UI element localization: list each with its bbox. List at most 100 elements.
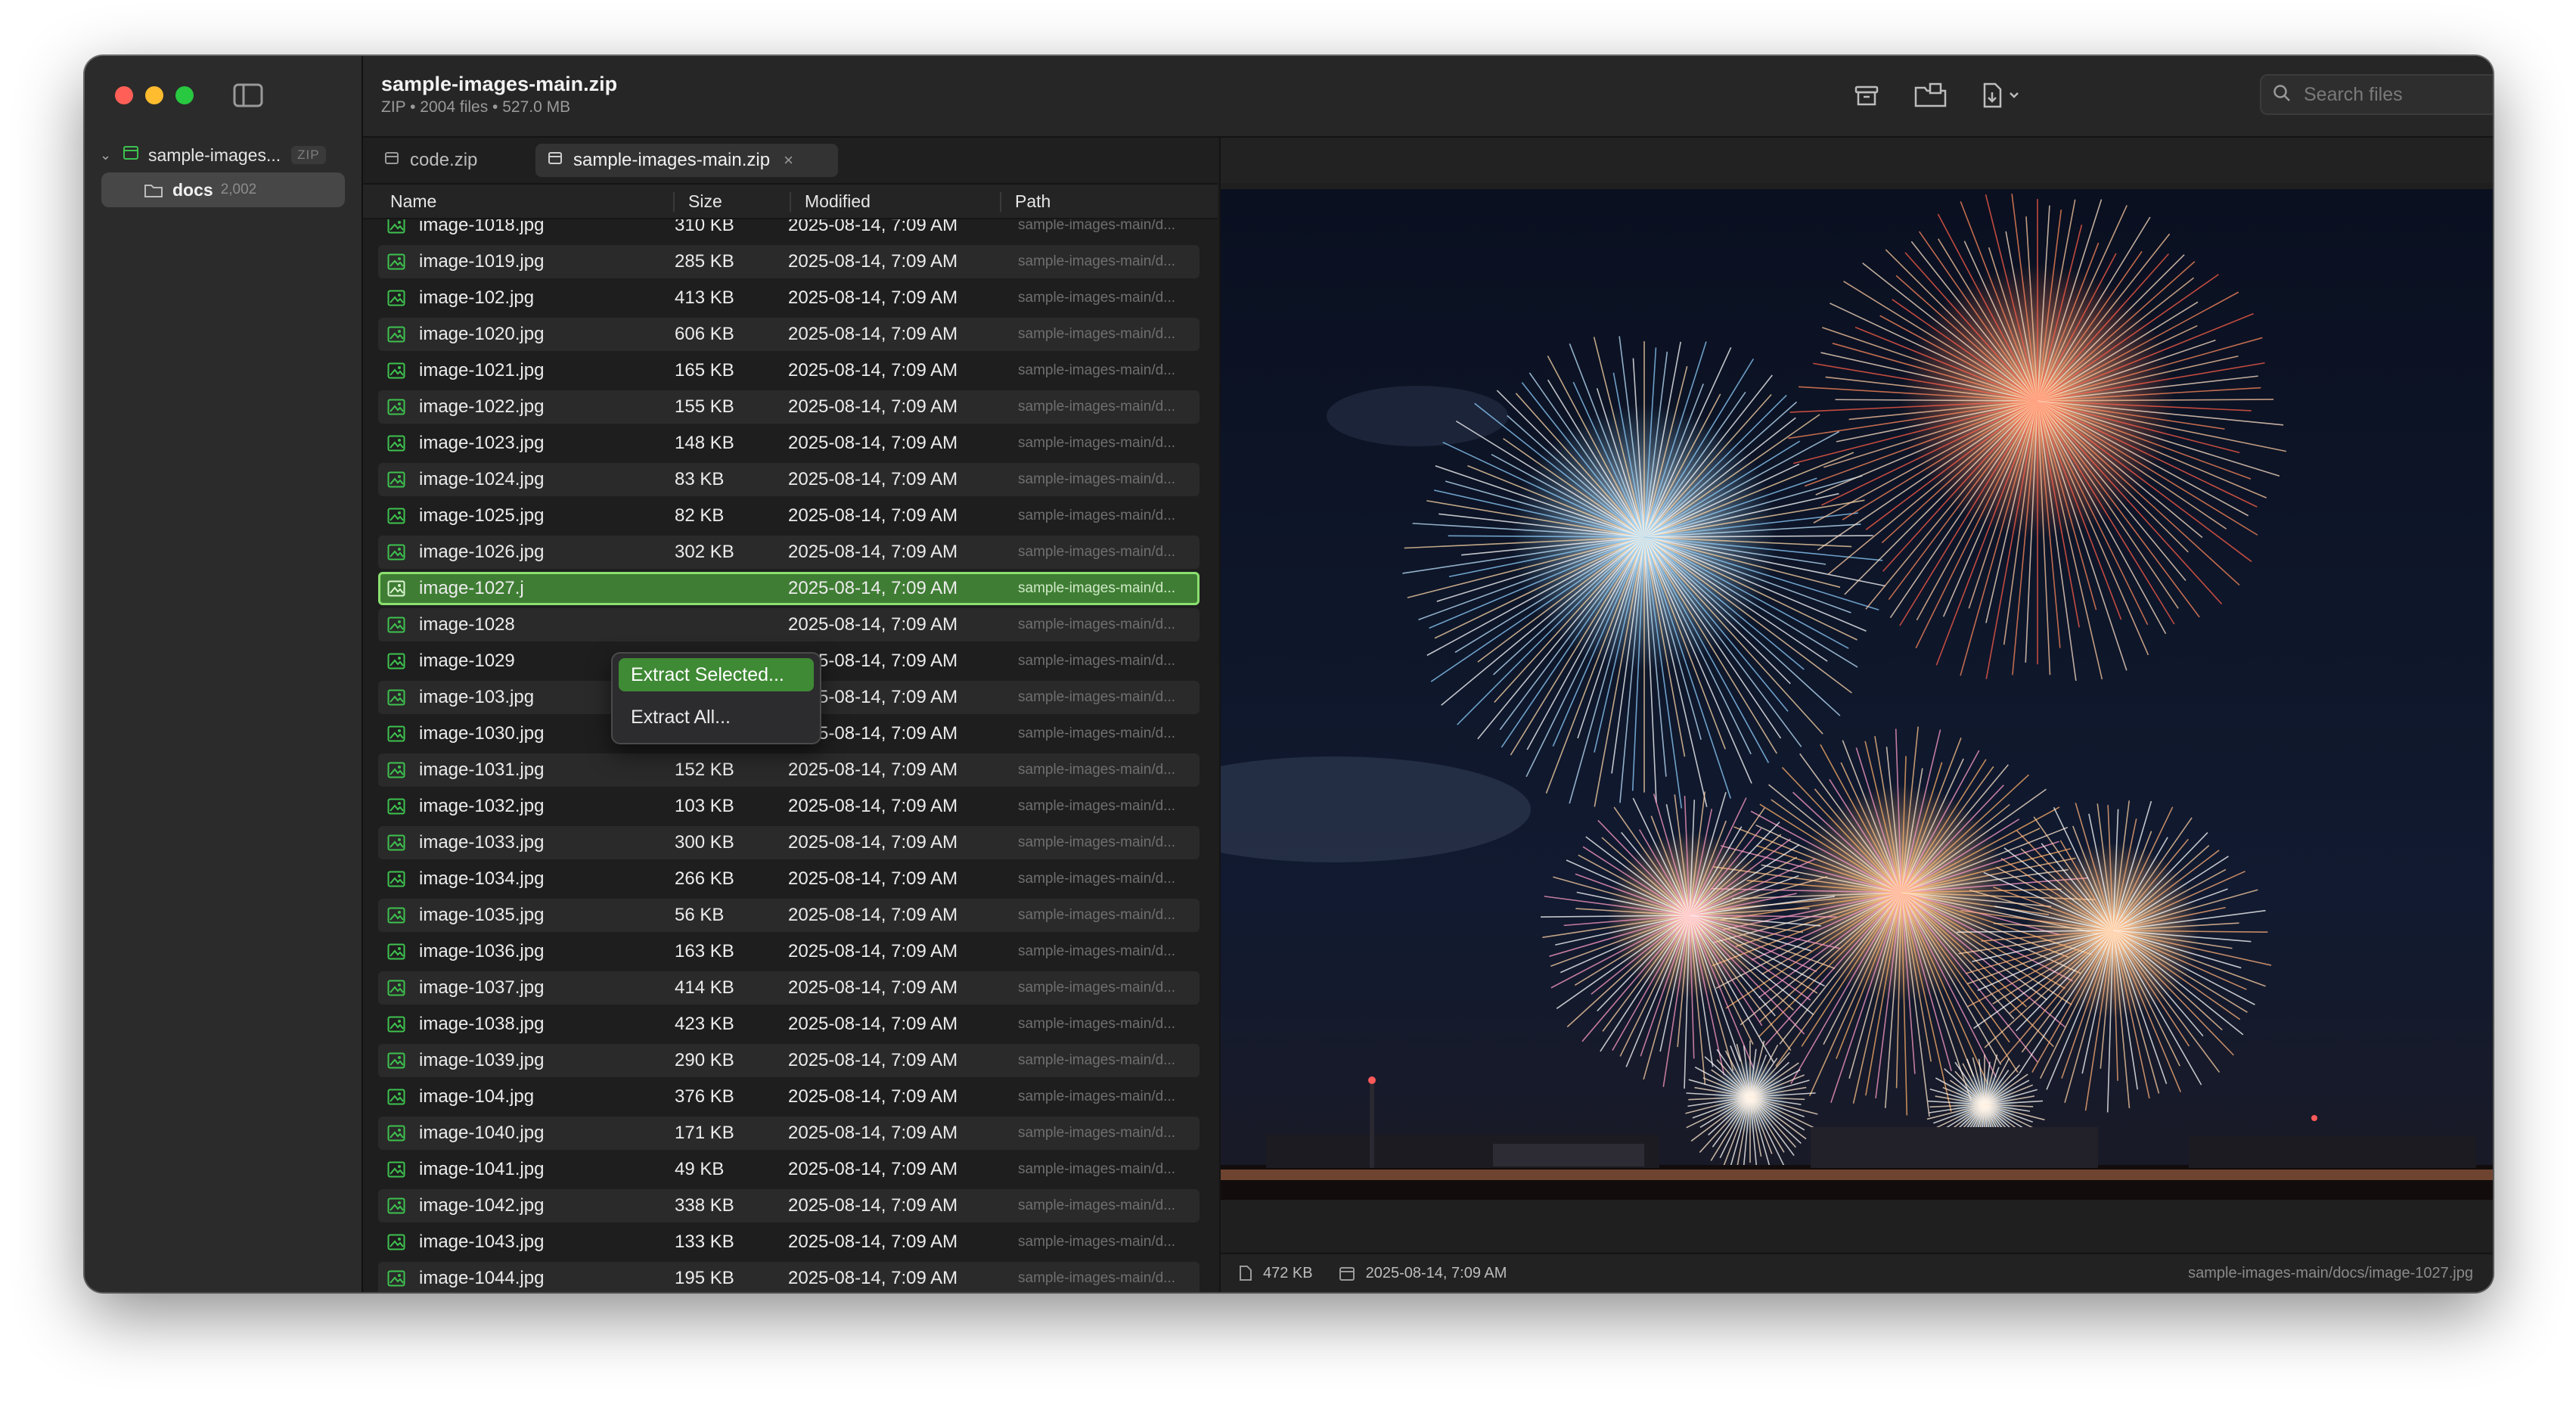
column-divider[interactable] — [673, 192, 675, 212]
table-row[interactable]: image-1023.jpg 148 KB 2025-08-14, 7:09 AM s… — [378, 427, 1200, 460]
column-name[interactable]: Name — [390, 185, 436, 218]
zip-archive-icon — [548, 150, 563, 171]
table-row[interactable]: image-102.jpg 413 KB 2025-08-14, 7:09 AM sa… — [378, 281, 1200, 315]
file-modified: 2025-08-14, 7:09 AM — [788, 251, 958, 272]
file-name: image-1039.jpg — [419, 1050, 545, 1070]
table-row[interactable]: image-1024.jpg 83 KB 2025-08-14, 7:09 AM sa… — [378, 463, 1200, 496]
table-row[interactable]: image-1043.jpg 133 KB 2025-08-14, 7:09 AM s… — [378, 1225, 1200, 1259]
table-row[interactable]: image-1022.jpg 155 KB 2025-08-14, 7:09 AM s… — [378, 390, 1200, 424]
file-path: sample-images-main/d... — [1018, 508, 1176, 523]
table-row[interactable]: image-1032.jpg 103 KB 2025-08-14, 7:09 AM s… — [378, 790, 1200, 823]
sidebar-archive-item[interactable]: ⌄ sample-images... ZIP — [100, 138, 349, 172]
zoom-window-button[interactable] — [175, 86, 194, 104]
archive-box-icon[interactable] — [1853, 79, 1880, 112]
file-path: sample-images-main/d... — [1018, 1052, 1176, 1068]
image-file-icon — [387, 471, 405, 493]
extract-all-menu-item[interactable]: Extract All... — [619, 700, 814, 734]
file-name: image-1027.j — [419, 578, 524, 598]
table-row[interactable]: image-1044.jpg 195 KB 2025-08-14, 7:09 AM s… — [378, 1262, 1200, 1292]
chevron-down-icon[interactable]: ⌄ — [100, 148, 116, 163]
file-modified: 2025-08-14, 7:09 AM — [788, 796, 958, 816]
file-path: sample-images-main/d... — [1018, 217, 1176, 233]
file-modified: 2025-08-14, 7:09 AM — [788, 1159, 958, 1179]
file-name: image-1025.jpg — [419, 505, 545, 526]
preview-image — [1137, 189, 2493, 1200]
file-name: image-1035.jpg — [419, 905, 545, 925]
table-row[interactable]: image-1025.jpg 82 KB 2025-08-14, 7:09 AM sa… — [378, 499, 1200, 533]
column-divider[interactable] — [1000, 192, 1001, 212]
column-modified[interactable]: Modified — [805, 185, 871, 218]
close-icon[interactable]: × — [784, 151, 793, 170]
table-row[interactable]: image-1026.jpg 302 KB 2025-08-14, 7:09 AM s… — [378, 536, 1200, 569]
file-path: sample-images-main/d... — [1018, 834, 1176, 850]
table-row[interactable]: image-1020.jpg 606 KB 2025-08-14, 7:09 AM s… — [378, 318, 1200, 351]
context-menu: Extract Selected... Extract All... — [611, 652, 821, 744]
file-path: sample-images-main/d... — [1018, 1270, 1176, 1286]
file-name: image-1020.jpg — [419, 324, 545, 344]
sidebar-toggle-icon[interactable] — [233, 83, 263, 107]
tab-code-zip[interactable]: code.zip — [372, 144, 520, 177]
file-size: 302 KB — [675, 542, 734, 562]
image-file-icon — [387, 725, 405, 747]
table-row[interactable]: image-1036.jpg 163 KB 2025-08-14, 7:09 AM s… — [378, 935, 1200, 968]
file-size: 155 KB — [675, 396, 734, 417]
preview-statusbar: 472 KB 2025-08-14, 7:09 AM sample-images… — [1221, 1253, 2493, 1292]
table-row[interactable]: image-1033.jpg 300 KB 2025-08-14, 7:09 AM s… — [378, 826, 1200, 859]
extract-selected-menu-item[interactable]: Extract Selected... — [619, 658, 814, 691]
zip-archive-icon — [123, 144, 139, 166]
file-name: image-1041.jpg — [419, 1159, 545, 1179]
file-size: 148 KB — [675, 433, 734, 453]
file-name: image-1023.jpg — [419, 433, 545, 453]
file-modified: 2025-08-14, 7:09 AM — [788, 868, 958, 889]
table-row[interactable]: image-1041.jpg 49 KB 2025-08-14, 7:09 AM sa… — [378, 1153, 1200, 1186]
table-row[interactable]: image-1019.jpg 285 KB 2025-08-14, 7:09 AM s… — [378, 245, 1200, 278]
search-field[interactable] — [2260, 74, 2493, 115]
table-row[interactable]: image-1038.jpg 423 KB 2025-08-14, 7:09 AM s… — [378, 1008, 1200, 1041]
file-name: image-1044.jpg — [419, 1268, 545, 1288]
file-size: 82 KB — [675, 505, 725, 526]
image-file-icon — [387, 907, 405, 929]
column-divider[interactable] — [790, 192, 791, 212]
document-menu-icon[interactable] — [1979, 79, 2024, 112]
table-row[interactable]: image-1035.jpg 56 KB 2025-08-14, 7:09 AM sa… — [378, 899, 1200, 932]
file-size: 300 KB — [675, 832, 734, 853]
table-row[interactable]: image-1042.jpg 338 KB 2025-08-14, 7:09 AM s… — [378, 1189, 1200, 1222]
file-size: 423 KB — [675, 1014, 734, 1034]
sidebar-archive-label: sample-images... — [148, 144, 281, 165]
file-name: image-1032.jpg — [419, 796, 545, 816]
file-path: sample-images-main/d... — [1018, 653, 1176, 669]
tab-bar: code.zip sample-images-main.zip × — [363, 138, 1218, 185]
preview-header — [1221, 138, 2493, 183]
column-path[interactable]: Path — [1015, 185, 1051, 218]
file-name: image-1024.jpg — [419, 469, 545, 489]
sidebar-folder-label: docs — [172, 179, 213, 200]
search-input[interactable] — [2302, 82, 2493, 107]
table-row[interactable]: image-1037.jpg 414 KB 2025-08-14, 7:09 AM s… — [378, 971, 1200, 1005]
table-row[interactable]: image-1021.jpg 165 KB 2025-08-14, 7:09 AM s… — [378, 354, 1200, 387]
file-name: image-1043.jpg — [419, 1232, 545, 1252]
sidebar-item-docs[interactable]: docs 2,002 — [101, 172, 345, 207]
file-size: 103 KB — [675, 796, 734, 816]
table-row[interactable]: image-1040.jpg 171 KB 2025-08-14, 7:09 AM s… — [378, 1117, 1200, 1150]
file-path: sample-images-main/d... — [1018, 1016, 1176, 1032]
table-row[interactable]: image-1031.jpg 152 KB 2025-08-14, 7:09 AM s… — [378, 753, 1200, 787]
zip-archive-icon — [384, 150, 399, 171]
file-path: sample-images-main/d... — [1018, 580, 1176, 596]
close-window-button[interactable] — [115, 86, 133, 104]
extract-folder-icon[interactable] — [1913, 79, 1948, 112]
image-file-icon — [387, 871, 405, 893]
minimize-window-button[interactable] — [145, 86, 163, 104]
tab-sample-images-main-zip[interactable]: sample-images-main.zip × — [535, 144, 838, 177]
image-file-icon — [387, 1197, 405, 1219]
image-file-icon — [387, 508, 405, 530]
file-modified: 2025-08-14, 7:09 AM — [788, 505, 958, 526]
column-size[interactable]: Size — [688, 185, 722, 218]
table-row[interactable]: image-1028 2025-08-14, 7:09 AM sample-imag… — [378, 608, 1200, 641]
table-row[interactable]: image-1034.jpg 266 KB 2025-08-14, 7:09 AM s… — [378, 862, 1200, 896]
file-modified: 2025-08-14, 7:09 AM — [788, 1232, 958, 1252]
file-modified: 2025-08-14, 7:09 AM — [788, 433, 958, 453]
table-row[interactable]: image-1039.jpg 290 KB 2025-08-14, 7:09 AM s… — [378, 1044, 1200, 1077]
file-path: sample-images-main/d... — [1018, 1197, 1176, 1213]
table-row[interactable]: image-104.jpg 376 KB 2025-08-14, 7:09 AM sa… — [378, 1080, 1200, 1114]
table-row[interactable]: image-1027.j 2025-08-14, 7:09 AM sample-im… — [378, 572, 1200, 605]
